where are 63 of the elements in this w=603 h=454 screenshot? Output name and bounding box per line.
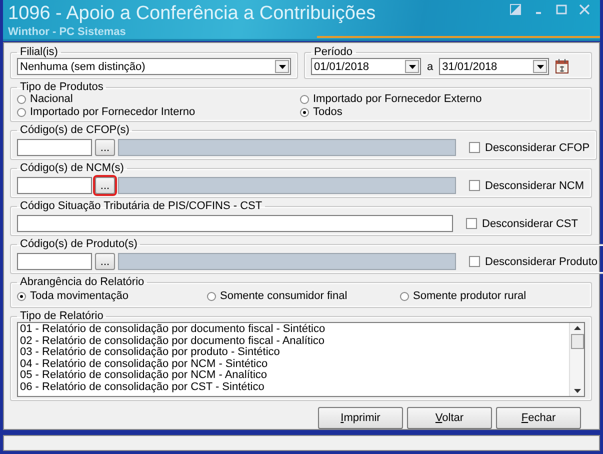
radio-label: Todos <box>313 106 342 118</box>
radio-label: Importado por Fornecedor Externo <box>313 93 482 105</box>
radio-label: Toda movimentação <box>30 290 128 302</box>
checkbox-label: Desconsiderar CST <box>482 218 578 230</box>
group-label: Período <box>313 46 354 58</box>
dropdown-arrow-icon[interactable] <box>408 64 416 68</box>
checkbox[interactable] <box>469 180 480 191</box>
list-item[interactable]: 05 - Relatório de consolidação por NCM - Analítico <box>20 370 567 382</box>
maximize-icon[interactable] <box>556 4 567 15</box>
end-date-field[interactable]: 31/01/2018 <box>439 58 550 75</box>
cst-input-field[interactable] <box>17 215 453 232</box>
group-label: Abrangência do Relatório <box>19 276 146 288</box>
group-label: Código(s) de Produto(s) <box>19 238 138 250</box>
branch-dropdown[interactable]: Nenhuma (sem distinção) <box>17 58 291 75</box>
calendar-icon[interactable] <box>555 59 570 74</box>
action-button[interactable]: Fechar <box>496 407 581 429</box>
checkbox-label: Desconsiderar Produto <box>485 256 598 268</box>
radio-label: Somente consumidor final <box>220 290 348 302</box>
scroll-down-icon[interactable] <box>574 389 580 393</box>
window-subtitle: Winthor - PC Sistemas <box>8 25 126 39</box>
list-item[interactable]: 01 - Relatório de consolidação por documento fiscal - Sintético <box>20 324 567 336</box>
restore-icon[interactable] <box>510 4 521 15</box>
start-date-field[interactable]: 01/01/2018 <box>311 58 421 75</box>
code-input-field[interactable] <box>17 177 92 194</box>
dropdown-arrow-icon[interactable] <box>278 64 286 68</box>
scrollbar-thumb[interactable] <box>570 334 584 349</box>
radio-label: Importado por Fornecedor Interno <box>30 106 196 118</box>
code-input-field[interactable] <box>17 253 92 270</box>
group-label: Código(s) de CFOP(s) <box>19 124 130 136</box>
group-label: Código Situação Tributária de PIS/COFINS - CST <box>19 200 264 212</box>
scroll-up-icon[interactable] <box>574 326 580 330</box>
group-label: Tipo de Relatório <box>19 310 104 322</box>
group-label: Tipo de Produtos <box>19 81 104 93</box>
radio-button[interactable] <box>17 94 26 104</box>
separator-label: a <box>427 60 434 72</box>
radio-button[interactable] <box>300 94 309 104</box>
dropdown-arrow-icon[interactable] <box>536 64 544 68</box>
browse-button[interactable]: ... <box>95 253 115 270</box>
radio-button[interactable] <box>400 292 409 300</box>
checkbox-label: Desconsiderar NCM <box>485 180 584 192</box>
radio-label: Nacional <box>30 93 73 105</box>
action-button[interactable]: Imprimir <box>318 407 403 429</box>
checkbox-label: Desconsiderar CFOP <box>485 142 590 154</box>
browse-button[interactable]: ... <box>95 139 115 156</box>
radio-button[interactable] <box>207 292 216 300</box>
radio-button[interactable] <box>17 292 26 300</box>
radio-button[interactable] <box>17 108 26 116</box>
list-item[interactable]: 06 - Relatório de consolidação por CST - Sintético <box>20 382 567 393</box>
checkbox[interactable] <box>466 218 477 229</box>
list-item[interactable]: 03 - Relatório de consolidação por produto - Sintético <box>20 347 567 358</box>
browse-button[interactable]: ... <box>95 177 115 194</box>
window-title: 1096 - Apoio a Conferência a Contribuições <box>8 3 376 25</box>
group-label: Filial(is) <box>19 46 59 58</box>
group-label: Código(s) de NCM(s) <box>19 162 125 174</box>
close-icon[interactable] <box>579 4 590 15</box>
code-input-field[interactable] <box>17 139 92 156</box>
radio-label: Somente produtor rural <box>413 290 526 302</box>
checkbox[interactable] <box>469 256 480 267</box>
list-item[interactable]: 04 - Relatório de consolidação por NCM - Sintético <box>20 358 567 370</box>
list-item[interactable]: 02 - Relatório de consolidação por documento fiscal - Analítico <box>20 336 567 347</box>
radio-button[interactable] <box>300 108 309 116</box>
checkbox[interactable] <box>469 142 480 153</box>
action-button[interactable]: Voltar <box>407 407 492 429</box>
